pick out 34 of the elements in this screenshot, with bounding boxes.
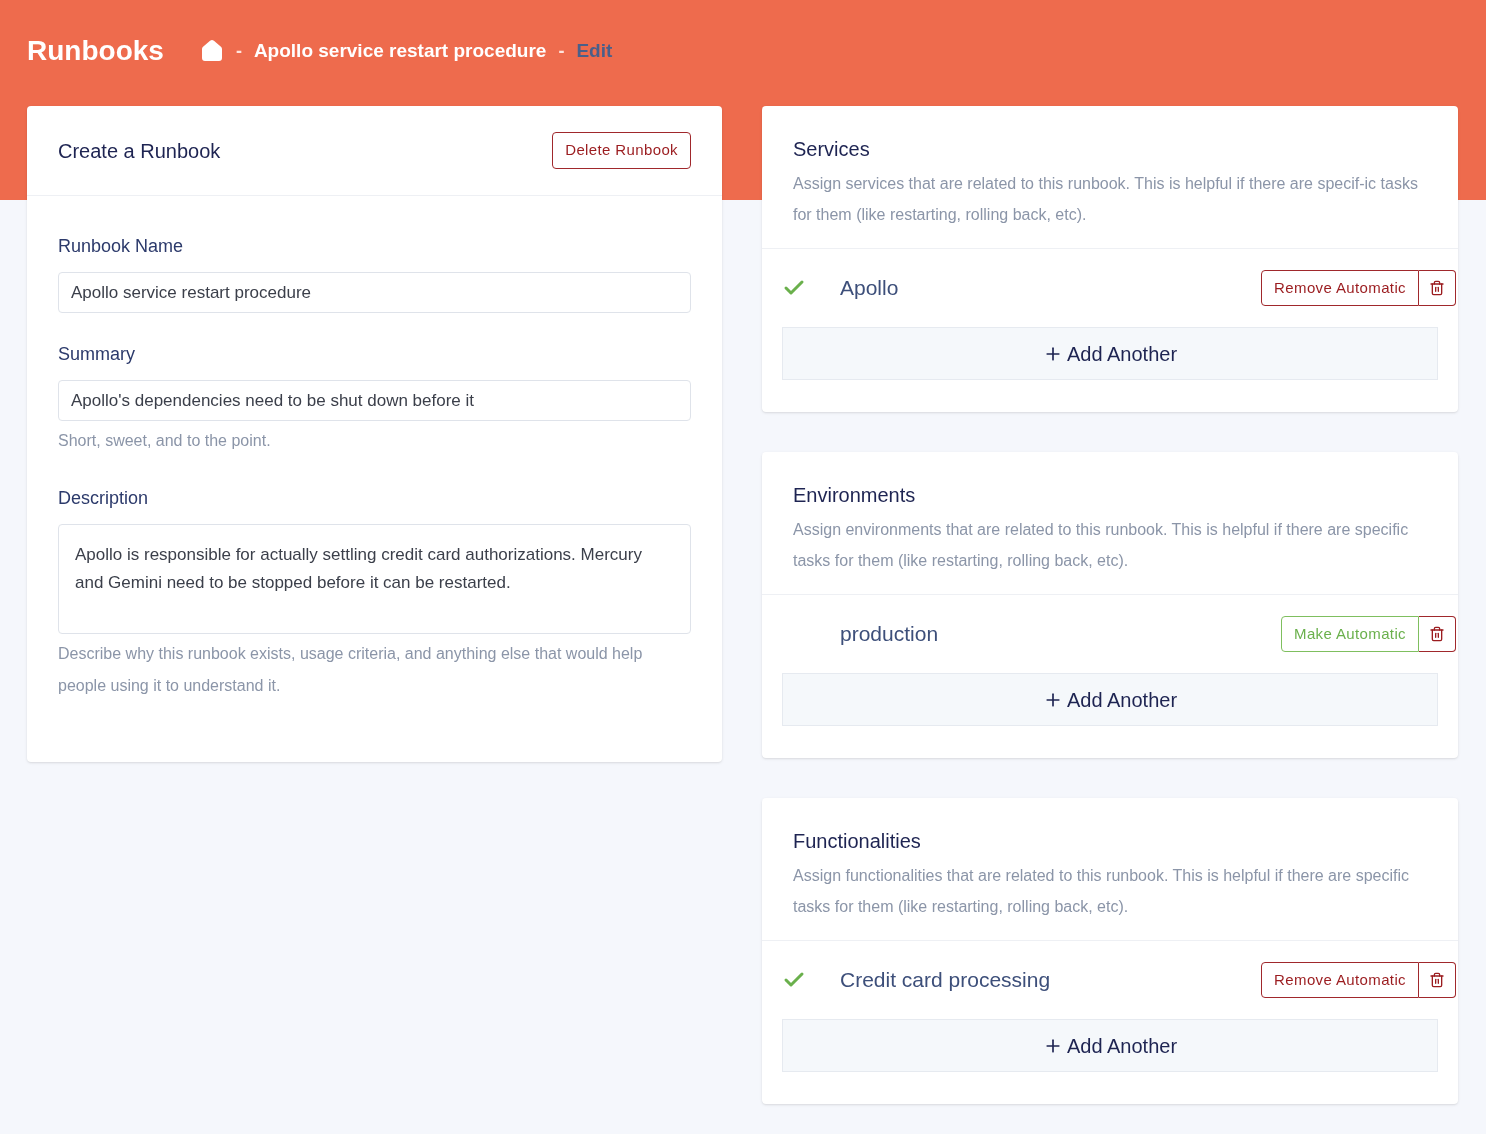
delete-button[interactable] xyxy=(1419,616,1456,652)
delete-button[interactable] xyxy=(1419,270,1456,306)
item-name: Apollo xyxy=(840,275,900,302)
field-label: Runbook Name xyxy=(58,235,185,258)
add-another-button[interactable]: Add Another xyxy=(782,1019,1438,1072)
section-title: Functionalities xyxy=(793,829,922,854)
text-field[interactable]: Apollo's dependencies need to be shut down before it xyxy=(58,380,691,421)
card-title: Create a Runbook xyxy=(58,138,221,164)
section-description: Assign environments that are related to this runbook. This is helpful if there are specific tasks for them (like restarting, rolling back, etc). xyxy=(793,520,1410,571)
add-another-button[interactable]: Add Another xyxy=(782,327,1438,380)
help-text: Describe why this runbook exists, usage criteria, and anything else that would help people using it to understand it. xyxy=(58,644,644,696)
trash-icon xyxy=(1429,626,1445,642)
field-label: Summary xyxy=(58,343,136,366)
help-text: Short, sweet, and to the point. xyxy=(58,431,272,451)
text-field[interactable]: Apollo service restart procedure xyxy=(58,272,691,313)
add-another-button[interactable]: Add Another xyxy=(782,673,1438,726)
section-title: Services xyxy=(793,137,871,162)
item-name: Credit card processing xyxy=(840,967,1052,994)
field-label: Description xyxy=(58,487,150,510)
delete-button[interactable] xyxy=(1419,962,1456,998)
section-title: Environments xyxy=(793,483,917,508)
remove-automatic-button[interactable]: Remove Automatic xyxy=(1261,962,1419,998)
description-field[interactable]: Apollo is responsible for actually settling credit card authorizations. Mercury and Gemini need to be stopped before it can be restarted. xyxy=(58,524,691,634)
delete-runbook-button[interactable]: Delete Runbook xyxy=(552,132,691,169)
separator: - xyxy=(235,39,242,63)
section-description: Assign services that are related to this runbook. This is helpful if there are specif-ic tasks for them (like restarting, rolling back, etc). xyxy=(793,174,1419,225)
breadcrumb-current: Edit xyxy=(576,38,613,63)
separator: - xyxy=(558,39,565,63)
app-title: Runbooks xyxy=(27,34,164,68)
section-description: Assign functionalities that are related to this runbook. This is helpful if there are specific tasks for them (like restarting, rolling back, etc). xyxy=(793,866,1411,917)
remove-automatic-button[interactable]: Remove Automatic xyxy=(1261,270,1419,306)
trash-icon xyxy=(1429,280,1445,296)
item-name: production xyxy=(840,621,940,648)
trash-icon xyxy=(1429,972,1445,988)
